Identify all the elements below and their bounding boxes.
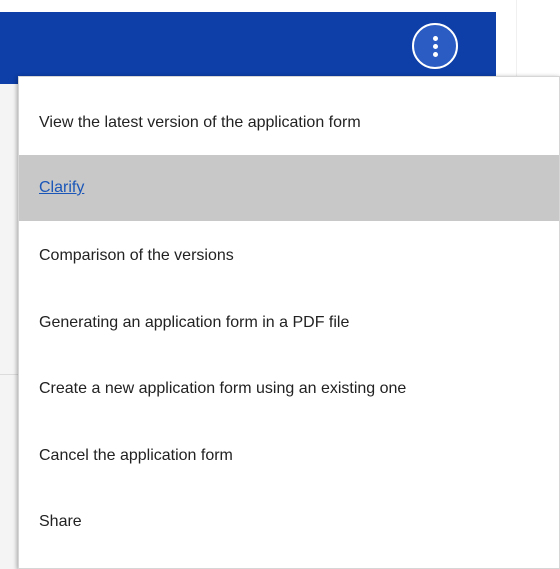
kebab-vertical-icon [432, 35, 438, 41]
page-background-left [0, 84, 18, 569]
kebab-dot [432, 43, 438, 49]
kebab-dot [432, 51, 438, 57]
menu-item-create-from-existing[interactable]: Create a new application form using an e… [19, 356, 559, 422]
menu-item-share[interactable]: Share [19, 489, 559, 555]
divider [0, 374, 18, 375]
menu-item-label[interactable]: Clarify [39, 179, 84, 197]
menu-item-generate-pdf[interactable]: Generating an application form in a PDF … [19, 290, 559, 356]
menu-item-clarify[interactable]: Clarify [19, 155, 559, 221]
menu-item-label: Cancel the application form [39, 447, 233, 464]
menu-item-label: View the latest version of the applicati… [39, 114, 361, 131]
menu-item-view-latest-version[interactable]: View the latest version of the applicati… [19, 90, 559, 156]
menu-item-label: Create a new application form using an e… [39, 380, 407, 397]
menu-item-cancel-application[interactable]: Cancel the application form [19, 423, 559, 489]
menu-item-label: Generating an application form in a PDF … [39, 314, 350, 331]
more-options-button[interactable] [412, 23, 458, 69]
menu-item-comparison-of-versions[interactable]: Comparison of the versions [19, 223, 559, 289]
menu-item-label: Comparison of the versions [39, 247, 234, 264]
menu-item-label: Share [39, 513, 82, 530]
actions-dropdown-menu: View the latest version of the applicati… [18, 76, 560, 569]
